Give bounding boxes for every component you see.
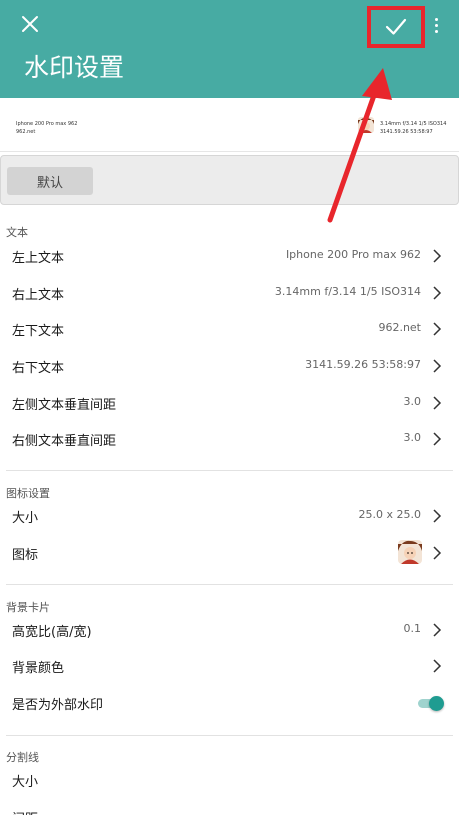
preview-bottom-right-text: 3141.59.26 53:58:97 (380, 129, 433, 135)
default-bar: 默认 (0, 155, 459, 205)
row-label: 背景颜色 (12, 661, 65, 676)
row-right-vertical-spacing[interactable]: 右侧文本垂直间距 3.0 (0, 421, 459, 457)
row-value: 3.0 (403, 395, 422, 408)
row-value: Iphone 200 Pro max 962 (285, 248, 421, 261)
row-label: 间距 (12, 808, 38, 815)
close-icon (22, 16, 38, 32)
row-label: 是否为外部水印 (12, 698, 104, 713)
chevron-right-icon (433, 546, 442, 560)
row-icon-size[interactable]: 大小 25.0 x 25.0 (0, 498, 459, 534)
chevron-right-icon (433, 359, 442, 373)
preview-avatar-icon (358, 117, 374, 133)
row-left-vertical-spacing[interactable]: 左侧文本垂直间距 3.0 (0, 385, 459, 421)
divider (6, 470, 453, 471)
more-vert-icon (434, 17, 438, 21)
row-label: 大小 (12, 775, 39, 790)
chevron-right-icon (433, 322, 442, 336)
row-value: 962.net (378, 321, 421, 334)
row-top-right-text[interactable]: 右上文本 3.14mm f/3.14 1/5 ISO314 (0, 275, 459, 311)
row-label: 右侧文本垂直间距 (12, 434, 117, 449)
more-options-button[interactable] (428, 12, 444, 38)
row-value: 3.0 (403, 431, 422, 444)
avatar-icon (398, 540, 422, 564)
row-label: 左侧文本垂直间距 (12, 398, 117, 413)
row-label: 大小 (12, 511, 39, 526)
row-value: 3141.59.26 53:58:97 (305, 358, 421, 371)
row-aspect-ratio[interactable]: 高宽比(高/宽) 0.1 (0, 612, 459, 648)
divider (6, 735, 453, 736)
row-bottom-left-text[interactable]: 左下文本 962.net (0, 311, 459, 347)
external-watermark-toggle[interactable] (418, 696, 444, 711)
row-label: 右下文本 (12, 361, 65, 376)
default-button[interactable]: 默认 (7, 167, 93, 195)
confirm-button[interactable] (367, 6, 425, 48)
chevron-right-icon (433, 509, 442, 523)
preview-top-left-text: Iphone 200 Pro max 962 (16, 121, 78, 127)
row-external-watermark[interactable]: 是否为外部水印 (0, 685, 459, 721)
app-bar: 水印设置 (0, 0, 459, 98)
preview-top-right-text: 3.14mm f/3.14 1/5 ISO314 (380, 121, 447, 127)
row-icon[interactable]: 图标 (0, 535, 459, 571)
row-label: 高宽比(高/宽) (12, 625, 92, 640)
check-icon (385, 18, 407, 35)
row-value: 25.0 x 25.0 (358, 508, 422, 521)
divider (6, 584, 453, 585)
page-title: 水印设置 (24, 53, 125, 82)
preview-bottom-left-text: 962.net (16, 129, 36, 135)
row-label: 图标 (12, 548, 39, 563)
chevron-right-icon (433, 396, 442, 410)
chevron-right-icon (433, 432, 442, 446)
row-top-left-text[interactable]: 左上文本 Iphone 200 Pro max 962 (0, 238, 459, 274)
chevron-right-icon (433, 659, 442, 673)
row-divider-size[interactable]: 大小 (0, 762, 459, 798)
chevron-right-icon (433, 249, 442, 263)
row-background-color[interactable]: 背景颜色 (0, 648, 459, 684)
watermark-preview: Iphone 200 Pro max 962 962.net 3.14mm f/… (0, 98, 459, 152)
row-value: 0.1 (403, 622, 422, 635)
row-divider-spacing[interactable]: 间距 (0, 799, 459, 815)
close-button[interactable] (14, 8, 46, 40)
chevron-right-icon (433, 623, 442, 637)
row-value: 3.14mm f/3.14 1/5 ISO314 (274, 285, 421, 298)
row-label: 左上文本 (12, 251, 65, 266)
chevron-right-icon (433, 286, 442, 300)
row-bottom-right-text[interactable]: 右下文本 3141.59.26 53:58:97 (0, 348, 459, 384)
row-label: 右上文本 (12, 288, 65, 303)
row-label: 左下文本 (12, 324, 65, 339)
